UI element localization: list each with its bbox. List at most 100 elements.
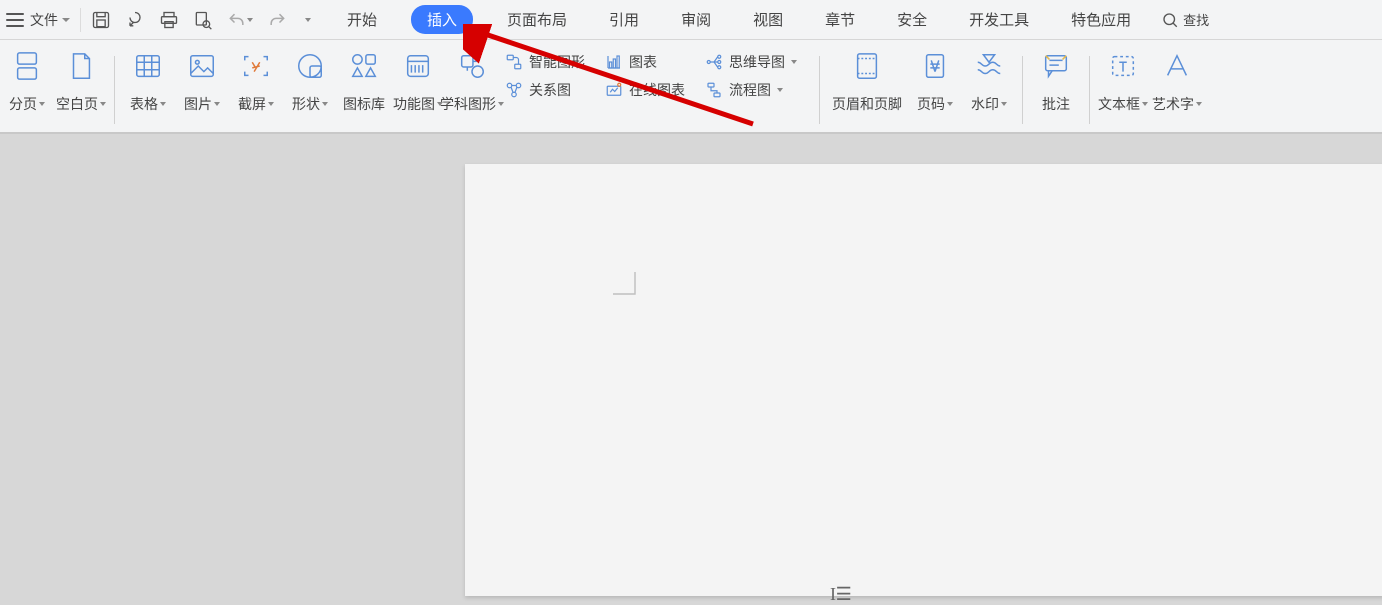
chevron-down-icon [100,102,106,106]
tab-chapter[interactable]: 章节 [817,5,863,34]
picture-button[interactable]: 图片 [175,50,229,114]
customize-qa-chevron[interactable] [305,18,311,22]
picture-icon [187,50,217,82]
iconlib-label: 图标库 [343,94,385,114]
flowchart-button[interactable]: 流程图 [705,80,813,100]
chevron-down-icon [947,102,953,106]
pagenum-icon [920,50,950,82]
table-label: 表格 [130,94,158,114]
search-icon [1161,11,1179,29]
wordart-icon [1162,50,1192,82]
fnchart-button[interactable]: 功能图 [391,50,445,114]
redo-button[interactable] [267,10,287,30]
comment-button[interactable]: 批注 [1029,50,1083,114]
search-label: 查找 [1183,10,1209,29]
shape-button[interactable]: 形状 [283,50,337,114]
iconlib-button[interactable]: 图标库 [337,50,391,114]
watermark-button[interactable]: 水印 [962,50,1016,114]
print-icon[interactable] [159,10,179,30]
chevron-down-icon [1142,102,1148,106]
iconlib-icon [349,50,379,82]
hamburger-icon[interactable] [6,13,24,27]
textbox-button[interactable]: 文本框 [1096,50,1150,114]
blankpage-label: 空白页 [56,94,98,114]
smartshape-label: 智能图形 [529,52,585,72]
pagenum-label: 页码 [917,94,945,114]
fnchart-icon [403,50,433,82]
chevron-down-icon [39,102,45,106]
tab-refs[interactable]: 引用 [601,5,647,34]
relation-button[interactable]: 关系图 [505,80,605,100]
chevron-down-icon [160,102,166,106]
pagebreak-label: 分页 [9,94,37,114]
picture-label: 图片 [184,94,212,114]
table-button[interactable]: 表格 [121,50,175,114]
tab-layout[interactable]: 页面布局 [499,5,575,34]
divider [1022,56,1023,124]
pagebreak-button[interactable]: 分页 [0,50,54,114]
relation-icon [505,81,523,99]
pagebreak-icon [12,50,42,82]
tab-review[interactable]: 审阅 [673,5,719,34]
mindmap-label: 思维导图 [729,52,785,72]
chevron-down-icon [214,102,220,106]
text-cursor-icon: I ☰ [830,584,850,605]
subjectshape-button[interactable]: 学科图形 [445,50,499,114]
chevron-down-icon [322,102,328,106]
headerfooter-button[interactable]: 页眉和页脚 [826,50,908,114]
ribbon-tabs: 开始 插入 页面布局 引用 审阅 视图 章节 安全 开发工具 特色应用 [339,5,1139,34]
table-icon [133,50,163,82]
watermark-label: 水印 [971,94,999,114]
chart-button[interactable]: 图表 [605,52,705,72]
headerfooter-icon [852,50,882,82]
blankpage-button[interactable]: 空白页 [54,50,108,114]
print-preview-icon[interactable] [193,10,213,30]
comment-icon [1041,50,1071,82]
flowchart-label: 流程图 [729,80,771,100]
chevron-down-icon [791,60,797,64]
margin-corner-mark [613,272,637,296]
tab-feature[interactable]: 特色应用 [1063,5,1139,34]
divider [1089,56,1090,124]
chevron-down-icon [1001,102,1007,106]
tab-view[interactable]: 视图 [745,5,791,34]
undo-button[interactable] [227,10,253,30]
smartshape-button[interactable]: 智能图形 [505,52,605,72]
subjectshape-icon [457,50,487,82]
relation-label: 关系图 [529,80,571,100]
pagenum-button[interactable]: 页码 [908,50,962,114]
shape-label: 形状 [292,94,320,114]
divider [819,56,820,124]
chevron-down-icon [247,18,253,22]
document-page[interactable] [465,164,1382,596]
save-icon[interactable] [91,10,111,30]
tab-security[interactable]: 安全 [889,5,935,34]
chevron-down-icon [1196,102,1202,106]
flowchart-icon [705,81,723,99]
chevron-down-icon [777,88,783,92]
textbox-icon [1108,50,1138,82]
comment-label: 批注 [1042,94,1070,114]
screenshot-label: 截屏 [238,94,266,114]
save-as-icon[interactable] [125,10,145,30]
chart-label: 图表 [629,52,657,72]
wordart-button[interactable]: 艺术字 [1150,50,1204,114]
wordart-label: 艺术字 [1152,94,1194,114]
tab-insert[interactable]: 插入 [411,5,473,34]
headerfooter-label: 页眉和页脚 [832,94,902,114]
quick-access [91,10,311,30]
tab-dev[interactable]: 开发工具 [961,5,1037,34]
mindmap-icon [705,53,723,71]
ribbon: 分页 空白页 表格 [0,40,1382,134]
tab-home[interactable]: 开始 [339,5,385,34]
search-button[interactable]: 查找 [1161,10,1209,29]
topbar: 文件 [0,0,1382,40]
onlinechart-button[interactable]: 在线图表 [605,80,705,100]
file-menu[interactable]: 文件 [30,10,58,30]
mindmap-button[interactable]: 思维导图 [705,52,813,72]
chevron-down-icon [268,102,274,106]
screenshot-button[interactable]: 截屏 [229,50,283,114]
document-canvas[interactable]: I ☰ [0,134,1382,596]
chevron-down-icon [62,18,70,22]
chart-icon [605,53,623,71]
